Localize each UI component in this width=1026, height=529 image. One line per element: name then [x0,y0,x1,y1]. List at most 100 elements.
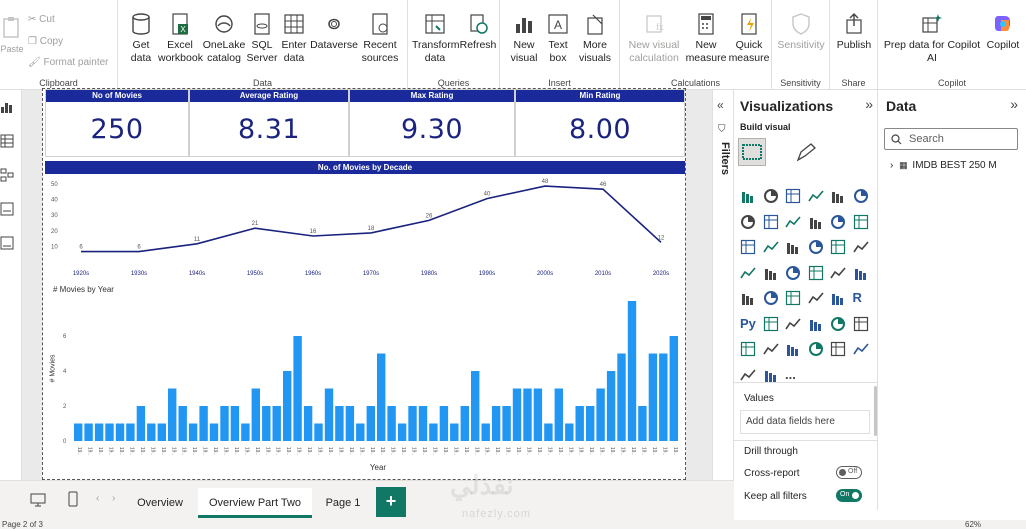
waterfall-visual-icon[interactable] [740,239,756,255]
text-box-button[interactable]: A Text box [542,12,574,65]
publish-button[interactable]: Publish [832,12,876,52]
matrix-visual-icon[interactable] [830,290,846,306]
report-view-icon[interactable] [0,100,14,114]
pane-scrollbar[interactable] [874,386,877,436]
arrow-visual-icon[interactable] [763,367,779,383]
azure-map-visual-icon[interactable] [785,265,801,281]
scroll-right-icon[interactable]: › [112,493,115,504]
table-visual-icon[interactable] [807,290,824,306]
kpi-card-min-rating[interactable]: Min Rating 8.00 [515,89,685,157]
refresh-button[interactable]: Refresh [458,12,498,52]
slicer-visual-icon[interactable] [785,290,801,306]
line-column-visual-icon[interactable] [808,214,824,230]
custom-3-visual-icon[interactable] [852,341,869,357]
kpi-card-average-rating[interactable]: Average Rating 8.31 [189,89,349,157]
sql-server-button[interactable]: SQL Server [246,12,278,65]
build-visual-tab[interactable] [738,138,766,166]
desktop-layout-icon[interactable] [30,493,46,507]
expand-chevron-icon[interactable]: « [717,98,724,112]
line-clustered-visual-icon[interactable] [830,214,846,230]
multi-card-visual-icon[interactable] [740,290,756,306]
100-column-visual-icon[interactable] [853,188,869,204]
line-visual-icon[interactable] [740,214,756,230]
more-visuals-button[interactable]: More visuals [574,12,616,65]
cut-button[interactable]: ✂ Cut [28,14,55,25]
100-bar-visual-icon[interactable] [830,188,846,204]
copilot-button[interactable]: Copilot [982,12,1024,52]
format-visual-icon[interactable] [794,140,820,166]
keep-filters-toggle[interactable]: On [836,489,862,502]
pie-visual-icon[interactable] [808,239,824,255]
page-tab-overview[interactable]: Overview [124,488,196,518]
values-drop-well[interactable]: Add data fields here [740,410,870,434]
more-visual-icon[interactable]: ... [785,367,801,383]
stacked-area-visual-icon[interactable] [785,214,801,230]
decomposition-visual-icon[interactable] [785,316,801,332]
decade-line-chart[interactable]: 10 20 30 40 50 6 6 11 21 16 18 26 40 48 46 12 1920s 1930s… [43,175,685,283]
dax-query-view-icon[interactable] [0,202,14,216]
data-table-item[interactable]: › ▦ IMDB BEST 250 M [890,160,997,171]
scroll-left-icon[interactable]: ‹ [96,493,99,504]
qa-visual-icon[interactable] [808,316,824,332]
copy-button[interactable]: ❐ Copy [28,36,63,47]
clustered-bar-visual-icon[interactable] [785,188,801,204]
area-visual-icon[interactable] [763,214,779,230]
search-input[interactable]: Search [909,133,944,145]
quick-measure-button[interactable]: Quick measure [728,12,770,65]
diamond-visual-icon[interactable] [740,367,756,383]
paginated-visual-icon[interactable] [740,341,756,357]
new-visual-button[interactable]: New visual [506,12,542,65]
tmdl-view-icon[interactable] [0,236,14,250]
data-search-box[interactable]: Search [884,128,1018,150]
collapse-chevron-icon[interactable]: » [1010,96,1018,112]
kpi-card-movies[interactable]: No of Movies 250 [45,89,189,157]
filters-pane-collapsed[interactable]: « ⛉ Filters [712,90,734,480]
custom-2-visual-icon[interactable] [830,341,846,357]
treemap-visual-icon[interactable] [852,239,869,255]
power-automate-visual-icon[interactable] [785,341,801,357]
excel-workbook-button[interactable]: X Excel workbook [158,12,203,65]
collapse-chevron-icon[interactable]: » [865,96,873,112]
narrative-visual-icon[interactable] [830,316,846,332]
custom-1-visual-icon[interactable] [808,341,824,357]
chevron-right-icon[interactable]: › [890,160,893,171]
kpi-visual-icon[interactable] [763,290,779,306]
stacked-bar-visual-icon[interactable] [740,188,756,204]
kpi-card-max-rating[interactable]: Max Rating 9.30 [349,89,515,157]
table-view-icon[interactable] [0,134,14,148]
clustered-column-visual-icon[interactable] [807,188,824,204]
year-bar-chart[interactable]: 0 2 4 6 19.. 19.. 19.. 19.. 19.. 19.. 19.. 19.. 19..… [43,295,685,465]
cross-report-toggle[interactable]: Off [836,466,862,479]
enter-data-button[interactable]: Enter data [278,12,310,65]
get-data-button[interactable]: Get data [124,12,158,65]
stacked-column-visual-icon[interactable] [763,188,779,204]
model-view-icon[interactable] [0,168,14,182]
zoom-level[interactable]: 62% [965,520,981,529]
page-tab-overview-part-two[interactable]: Overview Part Two [198,488,312,518]
funnel-visual-icon[interactable] [762,239,779,255]
recent-sources-button[interactable]: Recent sources [358,12,402,65]
new-visual-calculation-button[interactable]: fx New visual calculation [624,12,684,65]
onelake-catalog-button[interactable]: OneLake catalog [202,12,246,65]
sensitivity-button[interactable]: Sensitivity [774,12,828,52]
gauge-visual-icon[interactable] [830,265,846,281]
transform-data-button[interactable]: Transform data [412,12,459,65]
page-tab-page-1[interactable]: Page 1 [314,488,372,518]
card-visual-icon[interactable] [853,265,869,281]
mobile-layout-icon[interactable] [68,491,78,507]
donut-visual-icon[interactable] [830,239,846,255]
goals-visual-icon[interactable] [853,316,869,332]
key-influencers-visual-icon[interactable] [763,316,779,332]
python-visual-icon[interactable]: Py [740,316,756,332]
format-painter-button[interactable]: 🖌 Format painter [28,57,109,68]
ribbon-visual-icon[interactable] [853,214,869,230]
r-script-visual-icon[interactable]: R [853,290,869,306]
map-visual-icon[interactable] [740,265,756,281]
new-measure-button[interactable]: New measure [684,12,728,65]
scatter-visual-icon[interactable] [785,239,801,255]
paste-button[interactable]: Paste [0,16,24,56]
power-apps-visual-icon[interactable] [762,341,779,357]
dataverse-button[interactable]: Dataverse [310,12,358,52]
prep-data-copilot-button[interactable]: Prep data for Copilot AI [882,12,982,65]
filled-map-visual-icon[interactable] [763,265,779,281]
